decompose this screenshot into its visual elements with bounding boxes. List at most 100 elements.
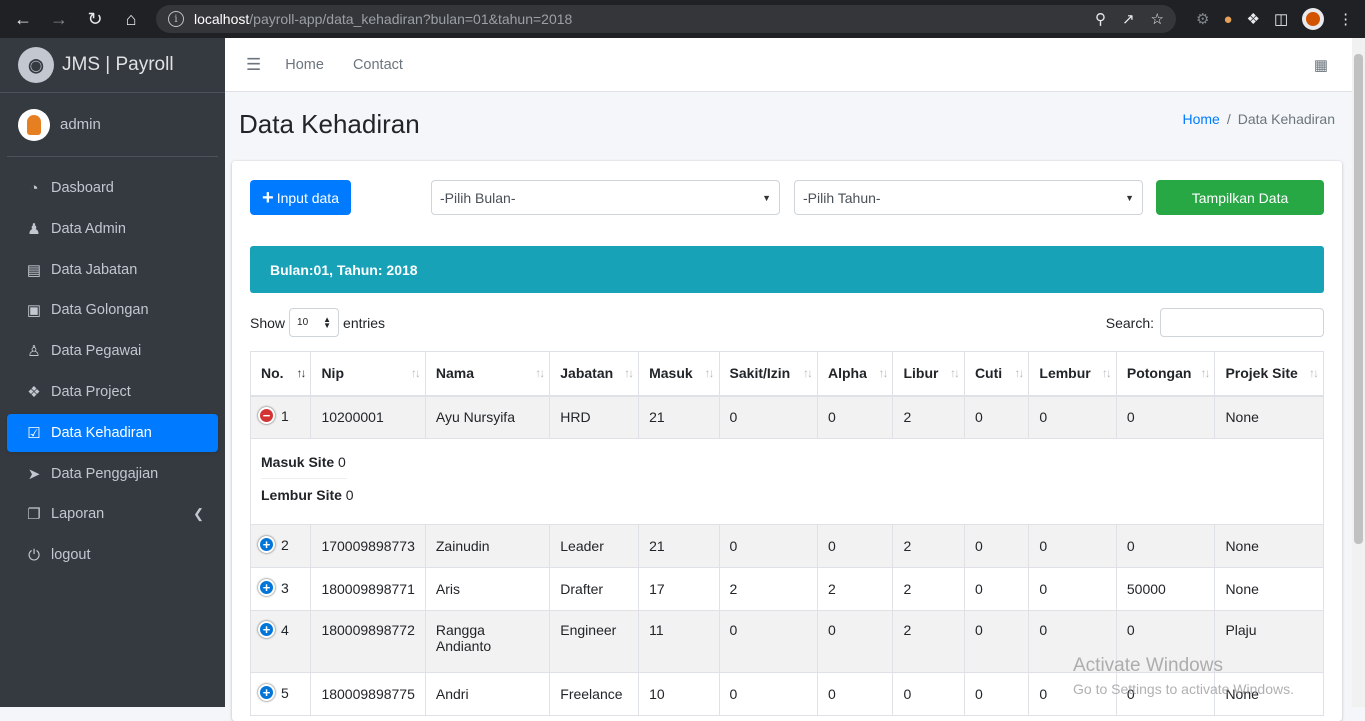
cell-nip: 180009898775: [310, 672, 426, 716]
cell-no[interactable]: +2: [249, 524, 312, 568]
forward-icon[interactable]: →: [44, 4, 74, 34]
sidebar-item-data-project[interactable]: ❖ Data Project: [7, 373, 218, 411]
sort-icon: ↑↓: [1309, 366, 1319, 380]
column-header-projek-site[interactable]: Projek Site ↑↓: [1214, 351, 1324, 397]
table-row: +3 180009898771 Aris Drafter 17 2 2 2 0 …: [249, 567, 1324, 611]
control-sidebar-grid-icon[interactable]: ▦: [1314, 56, 1328, 74]
cell-nama: Andri: [424, 672, 551, 716]
sidebar-menu: ◔ Dasboard ♟ Data Admin ▤ Data Jabatan ▣ Dat…: [0, 157, 225, 574]
column-header-alpha[interactable]: Alpha ↑↓: [816, 351, 894, 397]
column-header-sakit-izin[interactable]: Sakit/Izin ↑↓: [718, 351, 818, 397]
column-header-cuti[interactable]: Cuti ↑↓: [963, 351, 1030, 397]
sidebar-item-data-golongan[interactable]: ▣ Data Golongan: [7, 291, 218, 329]
bulan-select-value: -Pilih Bulan-: [440, 189, 516, 206]
sidebar-item-data-admin[interactable]: ♟ Data Admin: [7, 210, 218, 248]
reload-icon[interactable]: ↻: [80, 4, 110, 34]
column-header-no[interactable]: No. ↑↓: [249, 351, 312, 397]
nav-link-home[interactable]: Home: [285, 57, 324, 73]
book-icon: ▣: [26, 302, 42, 320]
sidepanel-icon[interactable]: ◫: [1274, 10, 1288, 28]
cell-lembur: 0: [1028, 672, 1117, 716]
site-info-icon[interactable]: i: [168, 11, 184, 27]
cell-no[interactable]: +3: [249, 567, 312, 611]
cell-potongan: 50000: [1115, 567, 1216, 611]
kebab-menu-icon[interactable]: ⋮: [1338, 10, 1353, 28]
sidebar-item-label: Data Pegawai: [51, 343, 142, 360]
breadcrumb-home-link[interactable]: Home: [1182, 111, 1219, 127]
sidebar-item-logout[interactable]: ⏻ logout: [7, 536, 218, 574]
cell-potongan: 0: [1115, 672, 1216, 716]
cell-sakit-izin: 2: [718, 567, 818, 611]
entries-length-select[interactable]: 10 ▲ ▼: [289, 308, 340, 337]
collapse-row-icon[interactable]: −: [258, 407, 275, 425]
cell-libur: 0: [892, 672, 965, 716]
search-input[interactable]: [1160, 308, 1324, 337]
attendance-table: No. ↑↓ Nip ↑↓ Nama ↑↓ Jabatan ↑↓ Masuk ↑↓ Sak…: [249, 351, 1324, 716]
tahun-select[interactable]: -Pilih Tahun- ▼: [794, 180, 1143, 215]
nav-link-contact[interactable]: Contact: [353, 57, 403, 73]
sidebar-item-data-pegawai[interactable]: ♙ Data Pegawai: [7, 332, 218, 370]
sidebar-item-data-penggajian[interactable]: ➤ Data Penggajian: [7, 455, 218, 493]
sidebar-item-dasboard[interactable]: ◔ Dasboard: [7, 169, 218, 207]
sidebar-item-label: logout: [51, 547, 91, 564]
cell-nama: Zainudin: [424, 524, 551, 568]
scrollbar-thumb[interactable]: [1354, 54, 1363, 544]
cell-masuk: 11: [638, 610, 720, 673]
detail-value: 0: [345, 487, 354, 503]
column-header-nip[interactable]: Nip ↑↓: [310, 351, 426, 397]
sort-asc-icon: ↑↓: [296, 366, 306, 380]
cell-lembur: 0: [1028, 610, 1117, 673]
sidebar-item-label: Data Golongan: [51, 302, 149, 319]
zoom-icon[interactable]: ⚲: [1095, 10, 1106, 28]
brand-text: JMS | Payroll: [62, 54, 174, 75]
cell-cuti: 0: [963, 610, 1030, 673]
address-bar[interactable]: i localhost/payroll-app/data_kehadiran?b…: [156, 5, 1176, 33]
cell-no[interactable]: +4: [249, 610, 312, 673]
extension-gear-icon[interactable]: ⚙: [1196, 10, 1209, 28]
expand-row-icon[interactable]: +: [258, 578, 275, 596]
cell-alpha: 0: [816, 610, 894, 673]
cell-cuti: 0: [963, 672, 1030, 716]
bookmark-star-icon[interactable]: ☆: [1151, 10, 1164, 28]
chevron-left-icon[interactable]: ❮: [193, 506, 204, 522]
column-header-potongan[interactable]: Potongan ↑↓: [1115, 351, 1216, 397]
cell-alpha: 0: [816, 524, 894, 568]
home-icon[interactable]: ⌂: [116, 4, 146, 34]
column-header-lembur[interactable]: Lembur ↑↓: [1028, 351, 1117, 397]
page-scrollbar[interactable]: [1352, 38, 1365, 707]
detail-label: Lembur Site: [261, 487, 342, 503]
cell-no[interactable]: +5: [249, 672, 312, 716]
sidebar-item-data-jabatan[interactable]: ▤ Data Jabatan: [7, 251, 218, 289]
puzzle-extensions-icon[interactable]: ❖: [1247, 10, 1260, 28]
table-search: Search:: [1106, 308, 1324, 337]
profile-avatar-icon[interactable]: [1302, 8, 1325, 30]
cell-value: 4: [281, 622, 289, 638]
brand-link[interactable]: ◉ JMS | Payroll: [0, 38, 225, 93]
expand-row-icon[interactable]: +: [258, 535, 275, 553]
sidebar-item-laporan[interactable]: ❐ Laporan ❮: [7, 495, 218, 533]
input-data-button[interactable]: + Input data: [250, 180, 351, 215]
cell-jabatan: Drafter: [549, 567, 640, 611]
bulan-select[interactable]: -Pilih Bulan- ▼: [431, 180, 780, 215]
back-icon[interactable]: ←: [8, 4, 38, 34]
cell-masuk: 21: [638, 395, 720, 439]
table-row: +5 180009898775 Andri Freelance 10 0 0 0…: [249, 672, 1324, 716]
sidebar-item-data-kehadiran[interactable]: ☑ Data Kehadiran: [7, 413, 218, 452]
column-header-label: Projek Site: [1225, 365, 1298, 382]
cell-no[interactable]: −1: [249, 395, 312, 439]
cell-lembur: 0: [1028, 567, 1117, 611]
column-header-jabatan[interactable]: Jabatan ↑↓: [549, 351, 640, 397]
expand-row-icon[interactable]: +: [258, 620, 275, 638]
share-icon[interactable]: ↗: [1122, 10, 1135, 28]
tampilkan-data-button[interactable]: Tampilkan Data: [1156, 180, 1324, 215]
hamburger-menu-icon[interactable]: ☰: [246, 55, 261, 75]
page-title: Data Kehadiran: [239, 109, 420, 139]
column-header-masuk[interactable]: Masuk ↑↓: [638, 351, 720, 397]
cookie-extension-icon[interactable]: ●: [1223, 11, 1232, 28]
column-header-libur[interactable]: Libur ↑↓: [892, 351, 965, 397]
expand-row-icon[interactable]: +: [258, 683, 275, 701]
table-row: +2 170009898773 Zainudin Leader 21 0 0 2…: [249, 524, 1324, 568]
user-panel[interactable]: admin: [7, 93, 218, 157]
column-header-nama[interactable]: Nama ↑↓: [424, 351, 551, 397]
cell-projek-site: None: [1214, 672, 1324, 716]
